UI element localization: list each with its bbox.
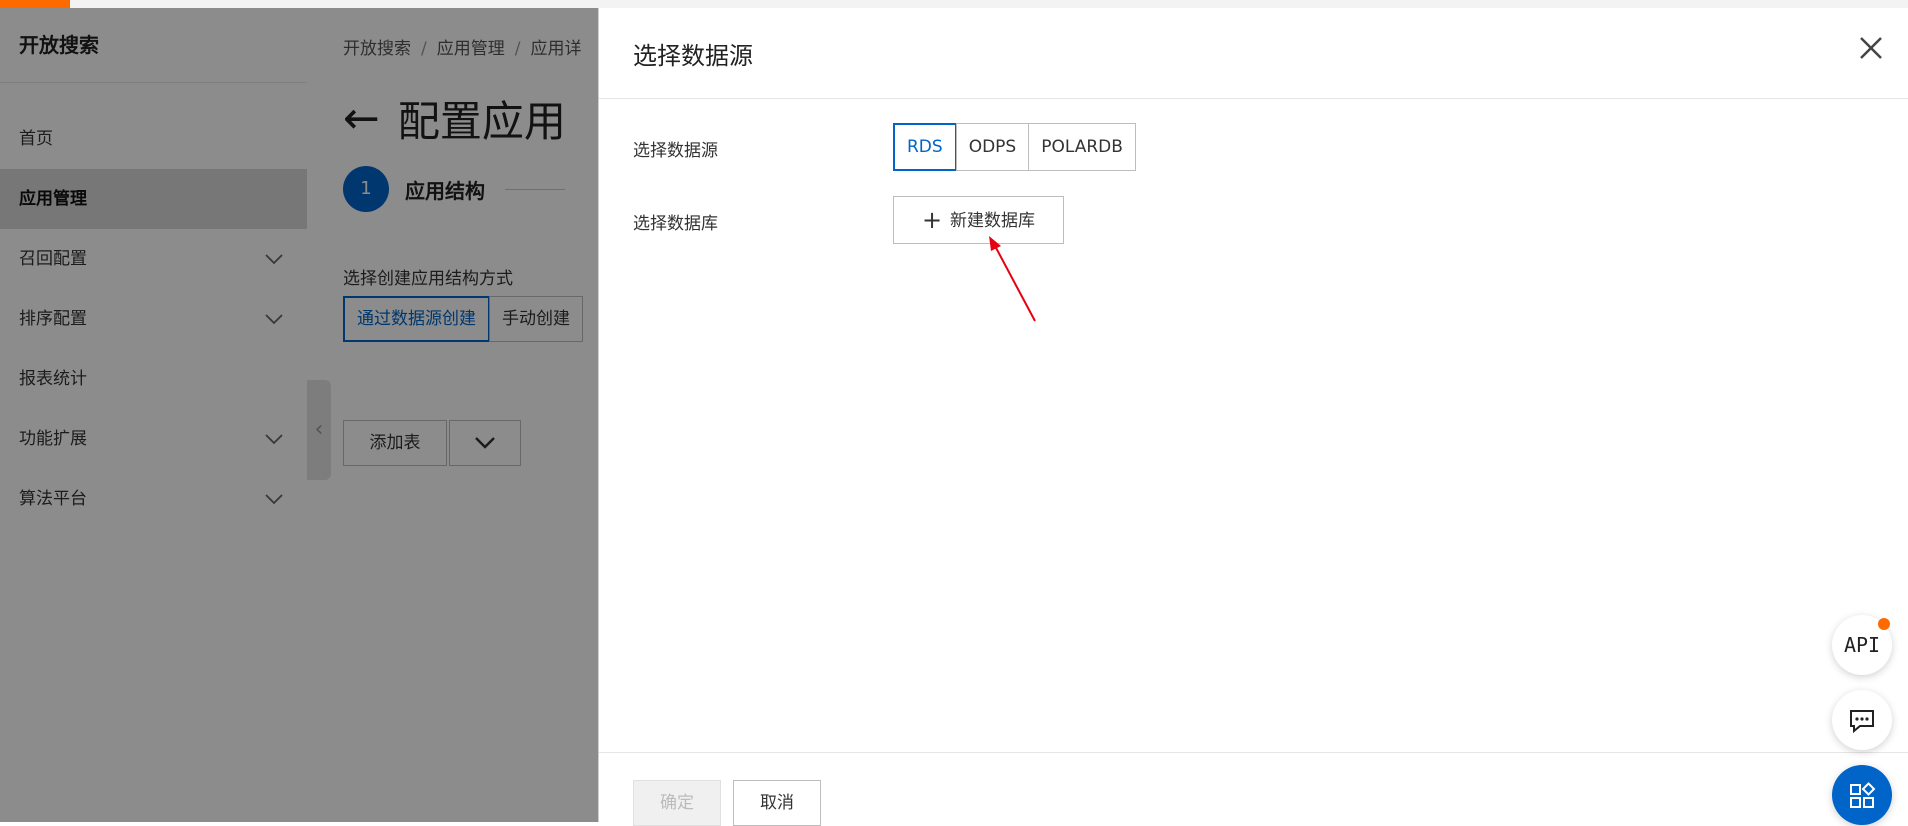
datasource-polardb-button[interactable]: POLARDB xyxy=(1028,123,1136,171)
chat-button[interactable] xyxy=(1832,690,1892,750)
drawer-title: 选择数据源 xyxy=(633,42,753,70)
drawer-header: 选择数据源 xyxy=(599,8,1908,99)
cancel-button[interactable]: 取消 xyxy=(733,780,821,826)
apps-icon xyxy=(1850,781,1876,808)
new-database-button[interactable]: + 新建数据库 xyxy=(893,196,1064,244)
select-datasource-drawer: 选择数据源 选择数据源 RDS ODPS POLARDB 选择数据库 + 新建数据库 … xyxy=(598,8,1908,826)
new-database-label: 新建数据库 xyxy=(950,211,1036,231)
datasource-label: 选择数据源 xyxy=(633,141,718,161)
api-button[interactable]: API xyxy=(1832,615,1892,675)
footer-divider xyxy=(599,752,1908,753)
chat-icon xyxy=(1850,709,1874,733)
brand-logo-strip[interactable] xyxy=(0,0,70,8)
confirm-button[interactable]: 确定 xyxy=(633,780,721,826)
datasource-odps-button[interactable]: ODPS xyxy=(955,123,1030,171)
api-label: API xyxy=(1843,633,1881,657)
modal-overlay[interactable] xyxy=(0,8,598,822)
close-icon[interactable] xyxy=(1858,30,1884,70)
datasource-button-group: RDS ODPS POLARDB xyxy=(893,123,1136,171)
top-bar xyxy=(0,0,1908,8)
apps-button[interactable] xyxy=(1832,765,1892,825)
annotation-arrow xyxy=(989,236,1036,322)
plus-icon: + xyxy=(921,206,943,234)
datasource-rds-button[interactable]: RDS xyxy=(893,123,957,171)
database-label: 选择数据库 xyxy=(633,214,718,234)
notification-dot xyxy=(1878,618,1890,630)
